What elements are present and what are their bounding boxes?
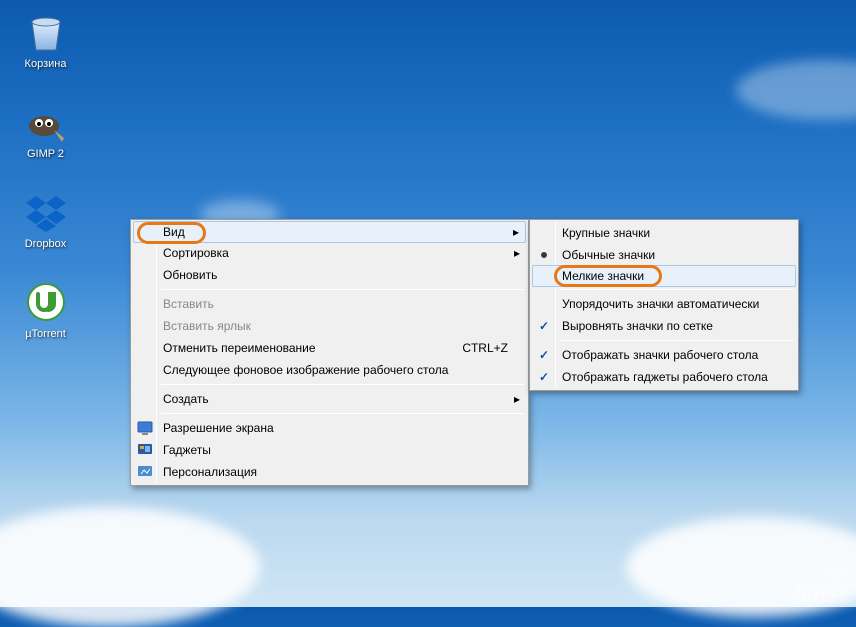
- gimp-icon: [22, 98, 70, 146]
- menu-item-label: Сортировка: [163, 246, 229, 260]
- menu-item-label: Отображать гаджеты рабочего стола: [562, 370, 768, 384]
- menu-item-label: Крупные значки: [562, 226, 650, 240]
- menu-item-label: Вид: [163, 225, 185, 239]
- desktop-icon-label: Корзина: [8, 58, 83, 70]
- menu-item-view[interactable]: Вид ▸: [133, 221, 526, 243]
- submenu-arrow-icon: ▸: [513, 225, 519, 239]
- cloud: [0, 507, 260, 627]
- check-icon: ✓: [536, 369, 552, 385]
- desktop-icon-label: GIMP 2: [8, 148, 83, 160]
- utorrent-icon: [22, 278, 70, 326]
- menu-item-large-icons[interactable]: Крупные значки: [532, 222, 796, 244]
- menu-item-label: Мелкие значки: [562, 269, 644, 283]
- menu-item-label: Упорядочить значки автоматически: [562, 297, 759, 311]
- screen-resolution-icon: [137, 420, 153, 436]
- desktop-icon-dropbox[interactable]: Dropbox: [8, 188, 83, 250]
- menu-item-personalize[interactable]: Персонализация: [133, 461, 526, 483]
- desktop-icon-recycle-bin[interactable]: Корзина: [8, 8, 83, 70]
- menu-item-paste: Вставить: [133, 293, 526, 315]
- menu-item-small-icons[interactable]: Мелкие значки: [532, 265, 796, 287]
- view-submenu: Крупные значки Обычные значки Мелкие зна…: [529, 219, 799, 391]
- desktop-icon-label: Dropbox: [8, 238, 83, 250]
- submenu-arrow-icon: ▸: [514, 246, 520, 260]
- menu-item-label: Обновить: [163, 268, 217, 282]
- desktop-context-menu: Вид ▸ Сортировка ▸ Обновить Вставить Вст…: [130, 219, 529, 486]
- menu-item-show-gadgets[interactable]: ✓ Отображать гаджеты рабочего стола: [532, 366, 796, 388]
- menu-item-paste-shortcut: Вставить ярлык: [133, 315, 526, 337]
- recycle-bin-icon: [22, 8, 70, 56]
- menu-item-label: Отменить переименование: [163, 341, 316, 355]
- menu-item-screen-resolution[interactable]: Разрешение экрана: [133, 417, 526, 439]
- menu-item-align-grid[interactable]: ✓ Выровнять значки по сетке: [532, 315, 796, 337]
- menu-separator: [161, 413, 524, 414]
- menu-separator: [560, 289, 794, 290]
- dropbox-icon: [22, 188, 70, 236]
- menu-item-label: Выровнять значки по сетке: [562, 319, 713, 333]
- menu-separator: [161, 384, 524, 385]
- menu-item-label: Вставить ярлык: [163, 319, 251, 333]
- menu-item-label: Создать: [163, 392, 209, 406]
- menu-item-label: Вставить: [163, 297, 214, 311]
- menu-item-refresh[interactable]: Обновить: [133, 264, 526, 286]
- menu-item-label: Персонализация: [163, 465, 257, 479]
- desktop-icon-label: µTorrent: [8, 328, 83, 340]
- menu-item-new[interactable]: Создать ▸: [133, 388, 526, 410]
- desktop-icon-utorrent[interactable]: µTorrent: [8, 278, 83, 340]
- menu-item-label: Отображать значки рабочего стола: [562, 348, 758, 362]
- menu-item-auto-arrange[interactable]: Упорядочить значки автоматически: [532, 293, 796, 315]
- watermark-line2: Sovet: [793, 575, 847, 606]
- menu-item-show-desktop-icons[interactable]: ✓ Отображать значки рабочего стола: [532, 344, 796, 366]
- menu-item-sort[interactable]: Сортировка ▸: [133, 242, 526, 264]
- desktop-icon-gimp[interactable]: GIMP 2: [8, 98, 83, 160]
- menu-item-label: Следующее фоновое изображение рабочего с…: [163, 363, 448, 377]
- watermark: club Sovet: [793, 568, 848, 604]
- menu-separator: [560, 340, 794, 341]
- cloud: [736, 60, 856, 120]
- submenu-arrow-icon: ▸: [514, 392, 520, 406]
- menu-item-undo-rename[interactable]: Отменить переименование CTRL+Z: [133, 337, 526, 359]
- check-icon: ✓: [536, 318, 552, 334]
- menu-item-label: Гаджеты: [163, 443, 211, 457]
- personalize-icon: [137, 464, 153, 480]
- menu-item-next-wallpaper[interactable]: Следующее фоновое изображение рабочего с…: [133, 359, 526, 381]
- menu-item-label: Обычные значки: [562, 248, 655, 262]
- menu-separator: [161, 289, 524, 290]
- menu-item-shortcut: CTRL+Z: [422, 341, 508, 355]
- check-icon: ✓: [536, 347, 552, 363]
- menu-item-label: Разрешение экрана: [163, 421, 274, 435]
- gadgets-icon: [137, 442, 153, 458]
- menu-item-gadgets[interactable]: Гаджеты: [133, 439, 526, 461]
- radio-selected-icon: [536, 247, 552, 263]
- menu-item-medium-icons[interactable]: Обычные значки: [532, 244, 796, 266]
